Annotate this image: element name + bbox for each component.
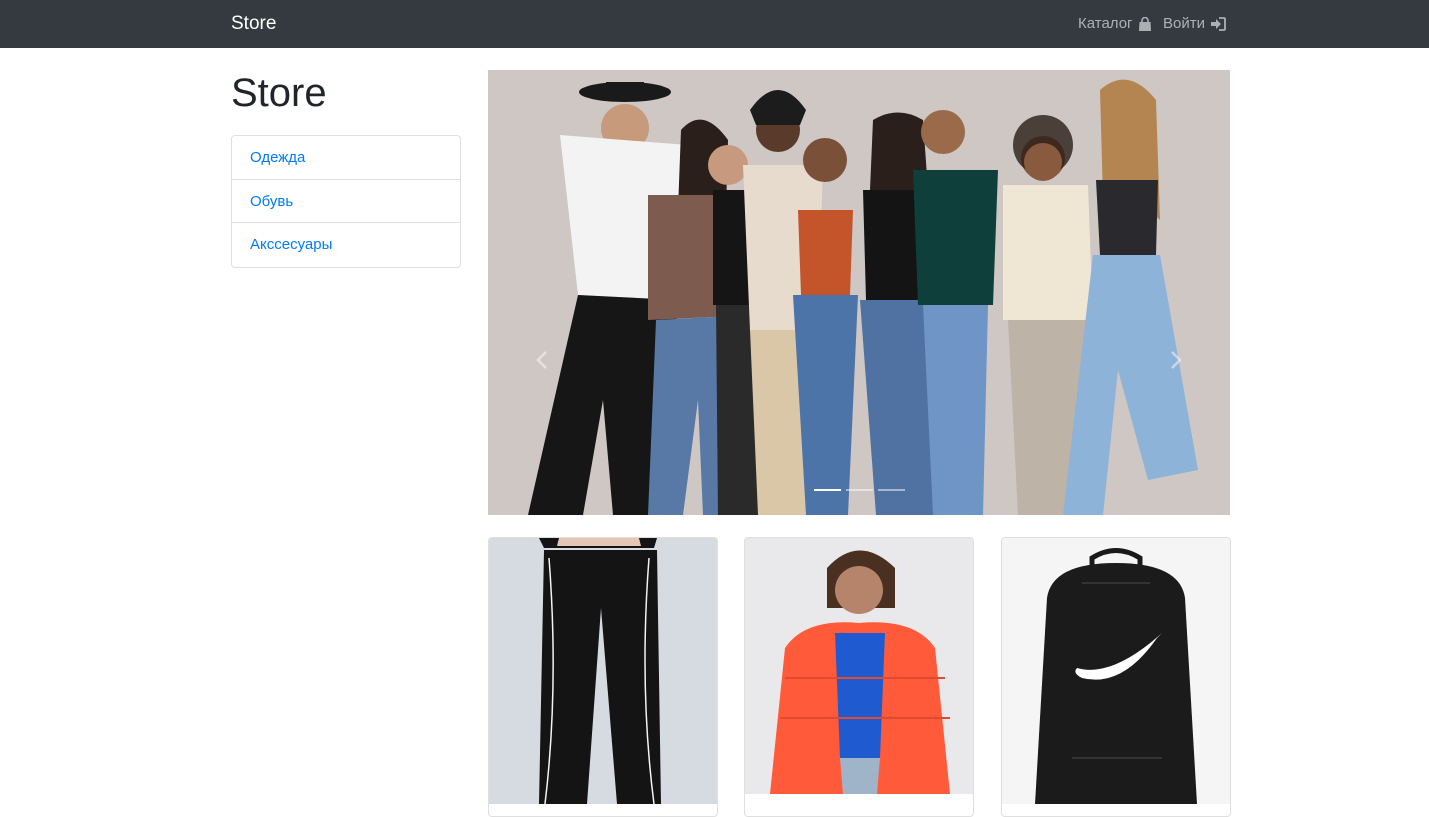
product-card[interactable] — [488, 537, 718, 817]
carousel-indicator-1[interactable] — [814, 489, 841, 491]
top-navbar: Store Каталог Войти — [0, 0, 1429, 48]
category-list: Одежда Обувь Акссесуары — [231, 135, 461, 269]
carousel-indicator-2[interactable] — [846, 489, 873, 491]
nav-login-label: Войти — [1163, 15, 1205, 32]
nav-catalog-link[interactable]: Каталог — [1078, 13, 1152, 35]
shopping-bag-icon — [1138, 16, 1151, 31]
carousel-indicator-3[interactable] — [878, 489, 905, 491]
brand-link[interactable]: Store — [231, 12, 276, 36]
carousel-slide-image — [488, 70, 1230, 515]
carousel-next-button[interactable] — [1166, 345, 1186, 375]
chevron-left-icon — [536, 351, 547, 369]
nav-login-link[interactable]: Войти — [1163, 13, 1226, 35]
nav-catalog-label: Каталог — [1078, 15, 1133, 32]
carousel-indicators — [814, 489, 905, 491]
chevron-right-icon — [1171, 351, 1182, 369]
product-image-track-pants[interactable] — [489, 538, 717, 804]
product-image-backpack[interactable] — [1002, 538, 1230, 804]
sign-in-icon — [1210, 17, 1226, 31]
category-item-clothing[interactable]: Одежда — [232, 136, 460, 180]
page-title: Store — [231, 71, 327, 115]
product-card[interactable] — [1001, 537, 1231, 817]
category-item-accessories[interactable]: Акссесуары — [232, 223, 460, 267]
hero-carousel — [488, 70, 1230, 515]
product-card[interactable] — [744, 537, 974, 817]
category-item-shoes[interactable]: Обувь — [232, 180, 460, 224]
carousel-prev-button[interactable] — [532, 345, 552, 375]
product-image-red-jacket[interactable] — [745, 538, 973, 794]
